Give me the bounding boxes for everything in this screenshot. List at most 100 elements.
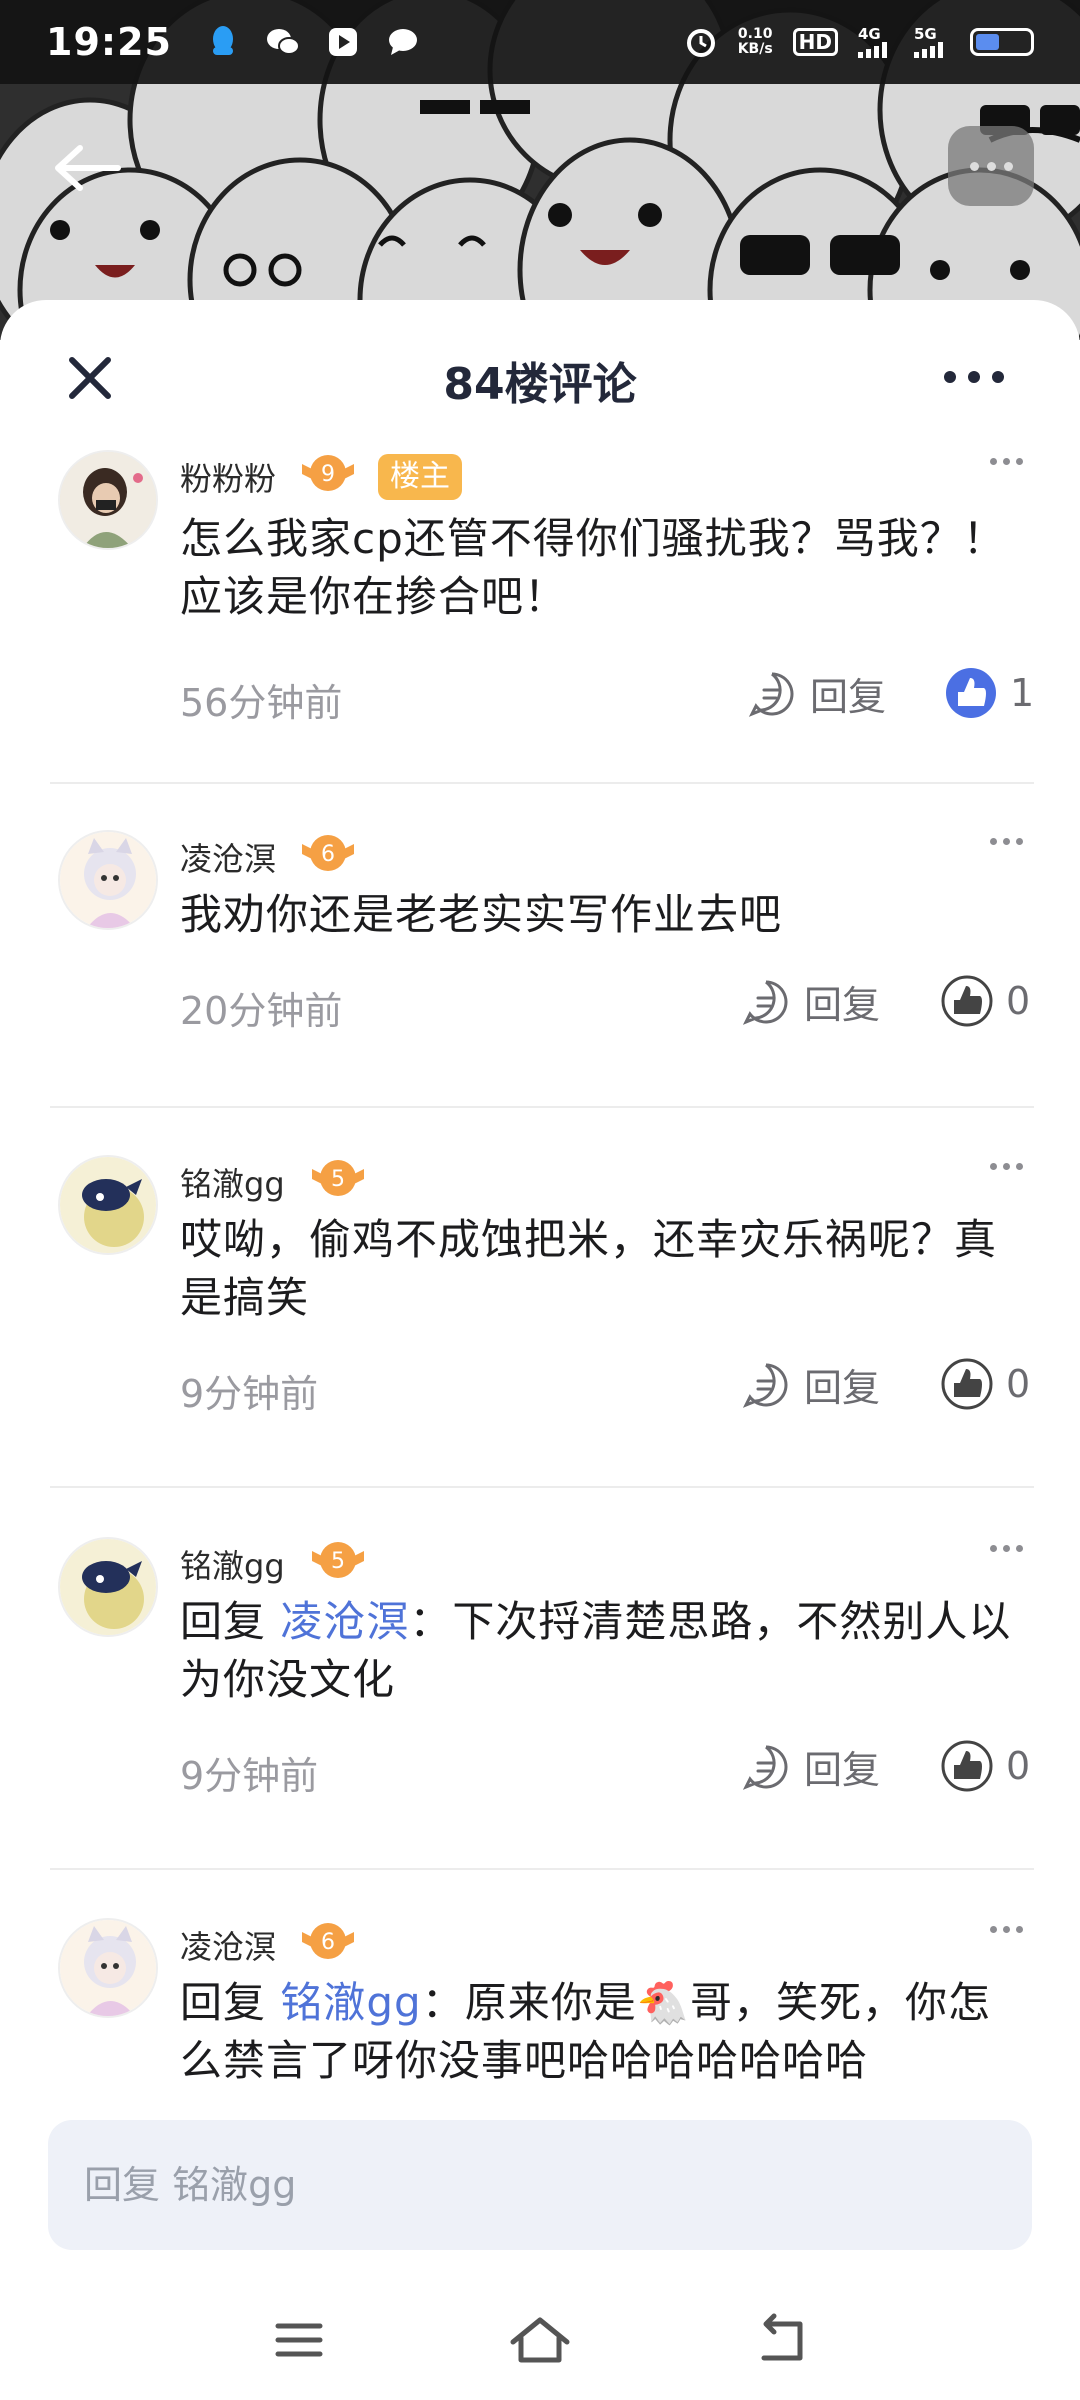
reply-icon	[742, 980, 788, 1025]
like-button[interactable]: 1	[944, 666, 1034, 720]
svg-text:6: 6	[321, 842, 335, 867]
comment-time: 9分钟前	[180, 1372, 319, 1416]
sheet-title: 84楼评论	[443, 359, 637, 410]
comment-more-button[interactable]	[990, 458, 1023, 465]
reply-label: 回复	[804, 1748, 881, 1792]
comment-text: 哎呦，偷鸡不成蚀把米，还幸灾乐祸呢？真是搞笑	[180, 1215, 998, 1322]
like-button[interactable]: 0	[940, 1357, 1030, 1411]
like-button[interactable]: 0	[940, 1739, 1030, 1793]
menu-button[interactable]	[264, 2310, 334, 2370]
reply-prefix: 回复	[180, 1597, 281, 1646]
avatar[interactable]	[58, 450, 158, 550]
wechat-icon	[266, 25, 300, 59]
comment-more-button[interactable]	[990, 1545, 1023, 1552]
back-arrow-icon	[55, 145, 121, 191]
reply-prefix: 回复	[180, 1978, 281, 2027]
reply-icon	[748, 672, 794, 717]
speed-value: 0.10	[737, 26, 773, 42]
username[interactable]: 铭澈gg	[180, 1541, 285, 1587]
comment-more-button[interactable]	[990, 1926, 1023, 1933]
level-badge-icon: 6	[302, 1923, 354, 1959]
avatar[interactable]	[58, 1155, 158, 1255]
status-bar: 19:25 0.10 KB/s HD 4G 5G	[0, 0, 1080, 84]
comment-text: 我劝你还是老老实实写作业去吧	[180, 890, 783, 939]
reply-button[interactable]: 回复	[742, 1739, 880, 1794]
comment-text: 回复 凌沧溟：下次捋清楚思路，不然别人以为你没文化	[180, 1593, 1020, 1709]
comment-text: 怎么我家cp还管不得你们骚扰我？骂我？！ 应该是你在掺合吧！	[180, 514, 1006, 621]
sheet-header: 84楼评论	[0, 300, 1080, 450]
reply-icon	[742, 1363, 788, 1408]
like-icon	[941, 1358, 993, 1410]
reply-button[interactable]: 回复	[748, 666, 886, 721]
comment-text: 回复 铭澈gg：原来你是🐔哥，笑死，你怎么禁言了呀你没事吧哈哈哈哈哈哈哈	[180, 1974, 1020, 2090]
net1-label: 4G	[858, 25, 881, 43]
divider	[50, 782, 1034, 784]
like-button[interactable]: 0	[940, 974, 1030, 1028]
svg-text:6: 6	[321, 1930, 335, 1955]
qq-icon	[206, 25, 240, 59]
return-button[interactable]	[746, 2310, 816, 2370]
reply-label: 回复	[804, 983, 881, 1027]
reply-input[interactable]	[48, 2120, 1032, 2250]
comment-more-button[interactable]	[990, 1163, 1023, 1170]
level-badge-icon: 5	[312, 1160, 364, 1196]
comment-time: 9分钟前	[180, 1754, 319, 1798]
owner-tag: 楼主	[378, 454, 462, 500]
username[interactable]: 凌沧溟	[180, 1922, 276, 1968]
comment-more-button[interactable]	[990, 838, 1023, 845]
status-time: 19:25	[46, 20, 172, 64]
reply-label: 回复	[810, 675, 887, 719]
home-icon	[510, 2317, 570, 2363]
username[interactable]: 凌沧溟	[180, 834, 276, 880]
reply-button[interactable]: 回复	[742, 1357, 880, 1412]
back-button[interactable]	[48, 138, 128, 198]
speed-unit: KB/s	[737, 41, 773, 57]
reply-button[interactable]: 回复	[742, 974, 880, 1029]
more-button[interactable]	[948, 126, 1034, 206]
svg-text:5: 5	[331, 1167, 345, 1192]
return-icon	[761, 2313, 803, 2361]
net2-label: 5G	[914, 25, 937, 43]
like-count: 0	[1006, 1362, 1031, 1406]
like-icon	[946, 668, 996, 718]
svg-text:5: 5	[331, 1549, 345, 1574]
divider	[50, 1868, 1034, 1870]
video-icon	[326, 25, 360, 59]
username[interactable]: 粉粉粉	[180, 454, 276, 500]
comment-time: 20分钟前	[180, 989, 343, 1033]
signal-bars-icon	[858, 42, 887, 58]
like-count: 0	[1006, 979, 1031, 1023]
level-badge-icon: 9	[302, 455, 354, 491]
like-count: 0	[1006, 1744, 1031, 1788]
like-count: 1	[1010, 671, 1035, 715]
divider	[50, 1486, 1034, 1488]
sim1-signal: 4G	[858, 26, 894, 58]
like-icon	[941, 975, 993, 1027]
avatar[interactable]	[58, 1537, 158, 1637]
message-icon	[386, 25, 420, 59]
like-icon	[941, 1740, 993, 1792]
signal-bars-icon	[914, 42, 943, 58]
network-speed: 0.10 KB/s	[738, 27, 773, 57]
alarm-icon	[684, 25, 718, 59]
level-badge-icon: 5	[312, 1542, 364, 1578]
sheet-more-button[interactable]	[944, 362, 1014, 392]
home-button[interactable]	[505, 2310, 575, 2370]
reply-label: 回复	[804, 1366, 881, 1410]
mention-link[interactable]: 铭澈gg	[280, 1978, 421, 2027]
navigation-bar	[0, 2270, 1080, 2400]
hd-indicator: HD	[792, 28, 838, 56]
svg-text:9: 9	[321, 462, 335, 487]
avatar[interactable]	[58, 1918, 158, 2018]
comment-sheet: 84楼评论 粉粉粉 9 楼主 怎么我家cp还管不得你们骚扰我？骂我？！ 应该是你…	[0, 300, 1080, 2400]
battery-level	[976, 34, 1000, 50]
divider	[50, 1106, 1034, 1108]
mention-link[interactable]: 凌沧溟	[280, 1597, 409, 1646]
username[interactable]: 铭澈gg	[180, 1159, 285, 1205]
reply-icon	[742, 1745, 788, 1790]
level-badge-icon: 6	[302, 835, 354, 871]
avatar[interactable]	[58, 830, 158, 930]
menu-icon	[275, 2323, 323, 2357]
sim2-signal: 5G	[914, 26, 950, 58]
battery-icon	[970, 28, 1034, 56]
